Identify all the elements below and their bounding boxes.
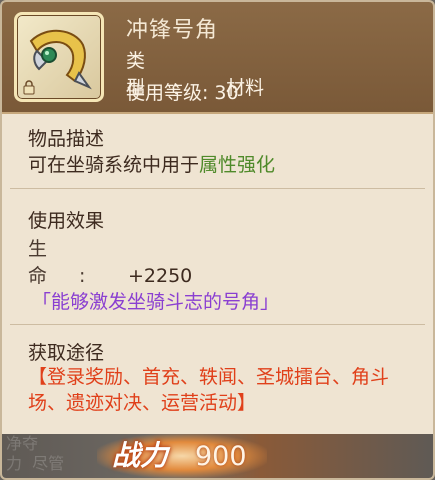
item-level-value: 30 xyxy=(214,82,239,104)
divider xyxy=(10,188,425,189)
acquire-text: 【登录奖励、首充、轶闻、圣城擂台、角斗场、遗迹对决、运营活动】 xyxy=(28,366,390,414)
description-section: 物品描述 xyxy=(28,124,104,151)
effect-section: 使用效果 xyxy=(28,206,104,233)
item-level-row: 使用等级: 30 xyxy=(126,78,239,105)
lock-icon xyxy=(23,80,35,95)
item-header: 冲锋号角 类型: 材料 使用等级: 30 xyxy=(2,2,433,114)
item-icon-frame[interactable] xyxy=(14,12,104,102)
item-name: 冲锋号角 xyxy=(126,18,219,43)
description-text: 可在坐骑系统中用于属性强化 xyxy=(28,150,275,177)
effect-stat: 生命: +2250 xyxy=(28,234,192,288)
description-title: 物品描述 xyxy=(28,128,105,150)
effect-stat-value: +2250 xyxy=(128,265,193,287)
effect-title: 使用效果 xyxy=(28,210,105,232)
footer-background-text: 净夺 力 尽管 xyxy=(6,434,65,473)
description-text-prefix: 可在坐骑系统中用于 xyxy=(28,154,200,176)
acquire-section: 获取途径 xyxy=(28,338,104,365)
item-level-label: 使用等级: xyxy=(126,82,209,104)
acquire-title: 获取途径 xyxy=(28,342,105,364)
effect-stat-label: 生命: xyxy=(28,238,118,287)
divider xyxy=(10,324,425,325)
effect-flavor-text: 「能够激发坐骑斗志的号角」 xyxy=(32,291,280,313)
item-tooltip: 冲锋号角 类型: 材料 使用等级: 30 物品描述 可在坐骑系统中用于属性强化 使用… xyxy=(0,0,435,480)
description-highlight: 属性强化 xyxy=(199,154,276,176)
power-value: 900 xyxy=(195,441,247,472)
power-footer: 净夺 力 尽管 战力 900 xyxy=(2,434,433,478)
power-label: 战力 xyxy=(112,439,169,472)
